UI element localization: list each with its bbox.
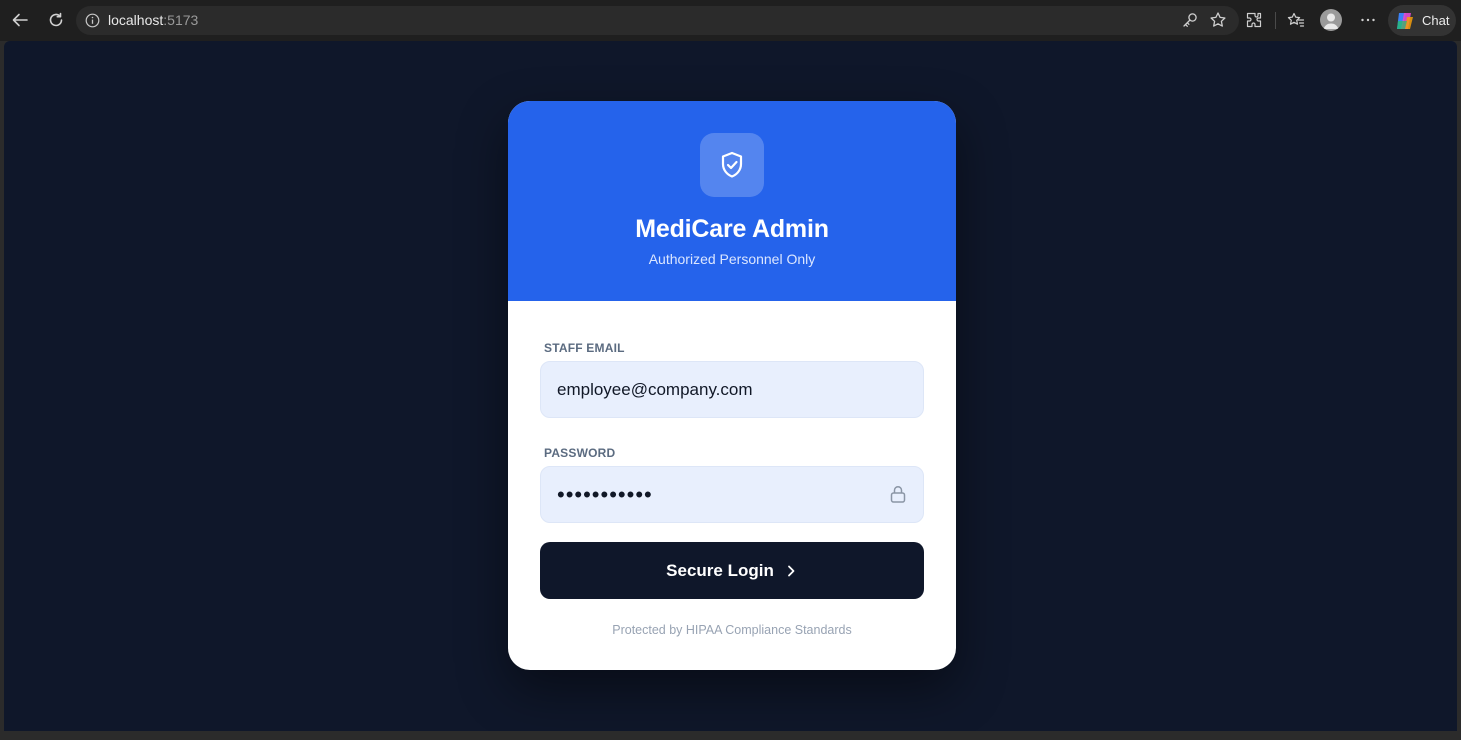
chat-label: Chat [1422, 13, 1450, 28]
login-card-header: MediCare Admin Authorized Personnel Only [508, 101, 956, 301]
email-label: STAFF EMAIL [544, 341, 625, 355]
copilot-icon [1397, 13, 1413, 29]
toolbar-divider [1275, 12, 1276, 29]
extensions-icon [1246, 12, 1262, 28]
back-icon [12, 13, 28, 27]
url-host: localhost [108, 12, 164, 28]
secure-login-label: Secure Login [666, 560, 774, 580]
key-icon [1183, 13, 1197, 27]
login-card: MediCare Admin Authorized Personnel Only… [508, 101, 956, 670]
password-key-button[interactable] [1177, 7, 1203, 33]
email-field[interactable] [540, 361, 924, 418]
window-bottom-edge [0, 731, 1461, 740]
more-icon [1361, 18, 1375, 22]
star-icon [1210, 12, 1226, 27]
more-button[interactable] [1355, 7, 1381, 33]
email-input[interactable] [541, 362, 923, 417]
compliance-footer: Protected by HIPAA Compliance Standards [612, 623, 852, 637]
page-viewport: MediCare Admin Authorized Personnel Only… [4, 41, 1457, 731]
app-subtitle: Authorized Personnel Only [648, 251, 816, 267]
add-favorite-button[interactable] [1205, 7, 1231, 33]
reload-icon [49, 12, 63, 27]
profile-icon [1323, 13, 1339, 29]
chevron-right-icon [787, 565, 795, 576]
extensions-button[interactable] [1241, 7, 1267, 33]
logo-badge [700, 133, 764, 197]
address-bar[interactable]: localhost:5173 [76, 6, 1239, 35]
app-title: MediCare Admin [635, 215, 829, 243]
copilot-chat-button[interactable]: Chat [1388, 5, 1456, 36]
password-field[interactable] [540, 466, 924, 523]
favorites-button[interactable] [1283, 7, 1309, 33]
reload-button[interactable] [43, 7, 69, 33]
url-text[interactable]: localhost:5173 [108, 12, 198, 28]
back-button[interactable] [7, 7, 33, 33]
password-input[interactable] [541, 467, 923, 522]
lock-icon [890, 485, 906, 503]
shield-check-icon [721, 151, 743, 178]
secure-login-button[interactable]: Secure Login [540, 542, 924, 599]
browser-toolbar: localhost:5173 Chat [0, 0, 1461, 41]
favorites-icon [1287, 12, 1305, 27]
url-port: :5173 [163, 12, 199, 28]
profile-button[interactable] [1320, 9, 1342, 31]
info-icon[interactable] [85, 13, 100, 28]
password-label: PASSWORD [544, 446, 616, 460]
